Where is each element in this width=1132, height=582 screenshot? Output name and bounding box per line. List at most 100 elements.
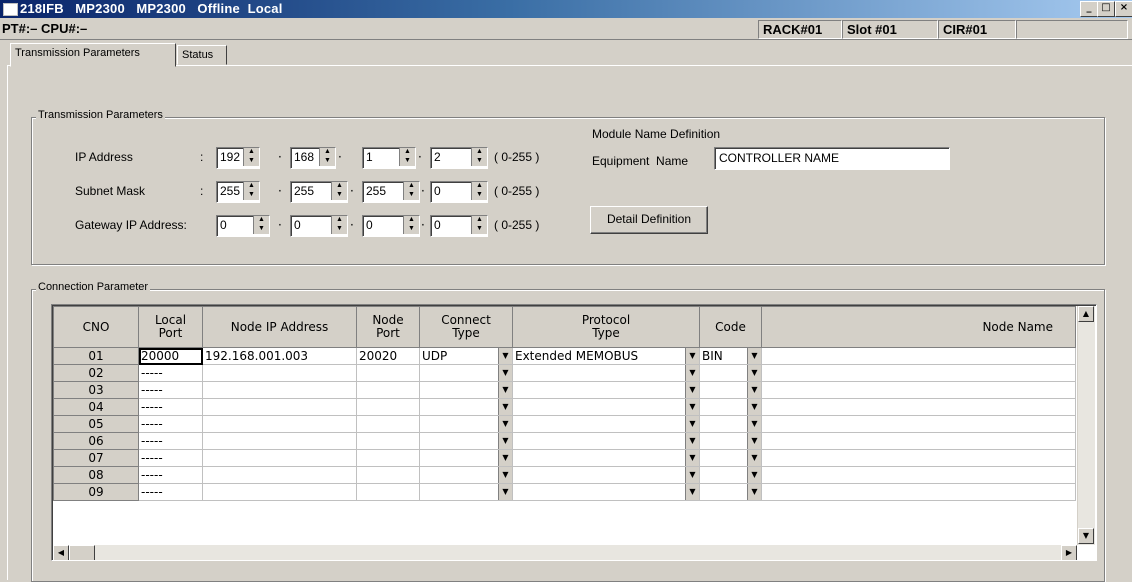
scroll-down-icon[interactable]: ▼	[1078, 528, 1094, 544]
dropdown-arrow-icon[interactable]: ▼	[685, 348, 699, 364]
cell-code[interactable]: ▼	[699, 381, 762, 399]
cell-node-ip[interactable]	[202, 432, 357, 450]
cell-node-ip[interactable]	[202, 381, 357, 399]
dropdown-arrow-icon[interactable]: ▼	[747, 416, 761, 432]
cell-protocol[interactable]: ▼	[512, 449, 700, 467]
ip-octet-1-spinner[interactable]: 192 ▲ ▼	[216, 147, 260, 169]
cell-code[interactable]: ▼	[699, 398, 762, 416]
horizontal-scroll-thumb[interactable]	[69, 545, 95, 560]
dropdown-arrow-icon[interactable]: ▼	[498, 365, 512, 381]
spinner-arrows-icon[interactable]: ▲ ▼	[403, 182, 419, 200]
cell-node-ip[interactable]	[202, 483, 357, 501]
cell-connect-type[interactable]: ▼	[419, 381, 513, 399]
spinner-arrows-icon[interactable]: ▲ ▼	[331, 216, 347, 234]
cell-local-port[interactable]: -----	[138, 432, 203, 450]
gateway-octet-2-spinner[interactable]: 0 ▲ ▼	[290, 215, 348, 237]
subnet-octet-1-spinner[interactable]: 255 ▲ ▼	[216, 181, 260, 203]
dropdown-arrow-icon[interactable]: ▼	[747, 348, 761, 364]
cell-connect-type[interactable]: ▼	[419, 398, 513, 416]
cell-code[interactable]: ▼	[699, 432, 762, 450]
cell-code[interactable]: ▼	[699, 415, 762, 433]
cell-code[interactable]: BIN ▼	[699, 347, 762, 365]
gateway-octet-4-spinner[interactable]: 0 ▲ ▼	[430, 215, 488, 237]
cell-local-port[interactable]: -----	[138, 466, 203, 484]
cell-node-port[interactable]	[356, 415, 420, 433]
dropdown-arrow-icon[interactable]: ▼	[747, 399, 761, 415]
equipment-name-input[interactable]: CONTROLLER NAME	[714, 147, 950, 170]
cell-connect-type[interactable]: ▼	[419, 432, 513, 450]
spinner-arrows-icon[interactable]: ▲ ▼	[471, 148, 487, 166]
subnet-octet-3-spinner[interactable]: 255 ▲ ▼	[362, 181, 420, 203]
cell-code[interactable]: ▼	[699, 466, 762, 484]
dropdown-arrow-icon[interactable]: ▼	[685, 399, 699, 415]
cell-local-port[interactable]: 20000	[138, 347, 203, 365]
cell-node-name[interactable]	[761, 449, 1076, 467]
spinner-arrows-icon[interactable]: ▲ ▼	[471, 182, 487, 200]
spinner-arrows-icon[interactable]: ▲ ▼	[243, 182, 259, 200]
cell-local-port[interactable]: -----	[138, 398, 203, 416]
cell-node-ip[interactable]	[202, 415, 357, 433]
cell-node-name[interactable]	[761, 381, 1076, 399]
cell-protocol[interactable]: ▼	[512, 483, 700, 501]
cell-protocol[interactable]: ▼	[512, 398, 700, 416]
cell-local-port[interactable]: -----	[138, 483, 203, 501]
dropdown-arrow-icon[interactable]: ▼	[498, 484, 512, 500]
cell-connect-type[interactable]: ▼	[419, 415, 513, 433]
dropdown-arrow-icon[interactable]: ▼	[685, 365, 699, 381]
scroll-right-icon[interactable]: ▶	[1061, 545, 1077, 560]
spinner-arrows-icon[interactable]: ▲ ▼	[319, 148, 335, 166]
spinner-arrows-icon[interactable]: ▲ ▼	[403, 216, 419, 234]
dropdown-arrow-icon[interactable]: ▼	[685, 467, 699, 483]
cell-connect-type[interactable]: ▼	[419, 364, 513, 382]
cell-local-port[interactable]: -----	[138, 381, 203, 399]
cell-local-port[interactable]: -----	[138, 415, 203, 433]
dropdown-arrow-icon[interactable]: ▼	[685, 382, 699, 398]
cell-node-port[interactable]: 20020	[356, 347, 420, 365]
cell-node-name[interactable]	[761, 347, 1076, 365]
dropdown-arrow-icon[interactable]: ▼	[747, 382, 761, 398]
cell-node-port[interactable]	[356, 432, 420, 450]
dropdown-arrow-icon[interactable]: ▼	[747, 467, 761, 483]
gateway-octet-3-spinner[interactable]: 0 ▲ ▼	[362, 215, 420, 237]
cell-node-ip[interactable]	[202, 398, 357, 416]
cell-protocol[interactable]: Extended MEMOBUS ▼	[512, 347, 700, 365]
cell-node-name[interactable]	[761, 466, 1076, 484]
cell-node-name[interactable]	[761, 483, 1076, 501]
cell-protocol[interactable]: ▼	[512, 364, 700, 382]
cell-node-ip[interactable]	[202, 449, 357, 467]
spinner-arrows-icon[interactable]: ▲ ▼	[243, 148, 259, 166]
dropdown-arrow-icon[interactable]: ▼	[498, 348, 512, 364]
tab-transmission-parameters[interactable]: Transmission Parameters	[10, 43, 176, 67]
cell-connect-type[interactable]: ▼	[419, 466, 513, 484]
dropdown-arrow-icon[interactable]: ▼	[747, 365, 761, 381]
dropdown-arrow-icon[interactable]: ▼	[747, 433, 761, 449]
vertical-scrollbar[interactable]: ▲ ▼	[1077, 306, 1095, 545]
ip-octet-3-spinner[interactable]: 1 ▲ ▼	[362, 147, 416, 169]
cell-node-port[interactable]	[356, 381, 420, 399]
cell-node-port[interactable]	[356, 398, 420, 416]
dropdown-arrow-icon[interactable]: ▼	[685, 433, 699, 449]
cell-local-port[interactable]: -----	[138, 449, 203, 467]
cell-local-port[interactable]: -----	[138, 364, 203, 382]
cell-protocol[interactable]: ▼	[512, 381, 700, 399]
dropdown-arrow-icon[interactable]: ▼	[498, 450, 512, 466]
connection-grid[interactable]: CNO Local Port Node IP Address Node Port Con…	[51, 304, 1097, 561]
dropdown-arrow-icon[interactable]: ▼	[498, 382, 512, 398]
cell-node-ip[interactable]: 192.168.001.003	[202, 347, 357, 365]
cell-node-name[interactable]	[761, 415, 1076, 433]
cell-protocol[interactable]: ▼	[512, 415, 700, 433]
ip-octet-4-spinner[interactable]: 2 ▲ ▼	[430, 147, 488, 169]
ip-octet-2-spinner[interactable]: 168 ▲ ▼	[290, 147, 336, 169]
cell-node-port[interactable]	[356, 364, 420, 382]
dropdown-arrow-icon[interactable]: ▼	[498, 399, 512, 415]
cell-node-name[interactable]	[761, 398, 1076, 416]
tab-status[interactable]: Status	[177, 45, 227, 65]
cell-connect-type[interactable]: UDP ▼	[419, 347, 513, 365]
cell-protocol[interactable]: ▼	[512, 432, 700, 450]
dropdown-arrow-icon[interactable]: ▼	[747, 484, 761, 500]
cell-protocol[interactable]: ▼	[512, 466, 700, 484]
horizontal-scrollbar[interactable]: ◀ ▶	[53, 545, 1077, 560]
cell-node-port[interactable]	[356, 449, 420, 467]
dropdown-arrow-icon[interactable]: ▼	[685, 450, 699, 466]
cell-code[interactable]: ▼	[699, 483, 762, 501]
